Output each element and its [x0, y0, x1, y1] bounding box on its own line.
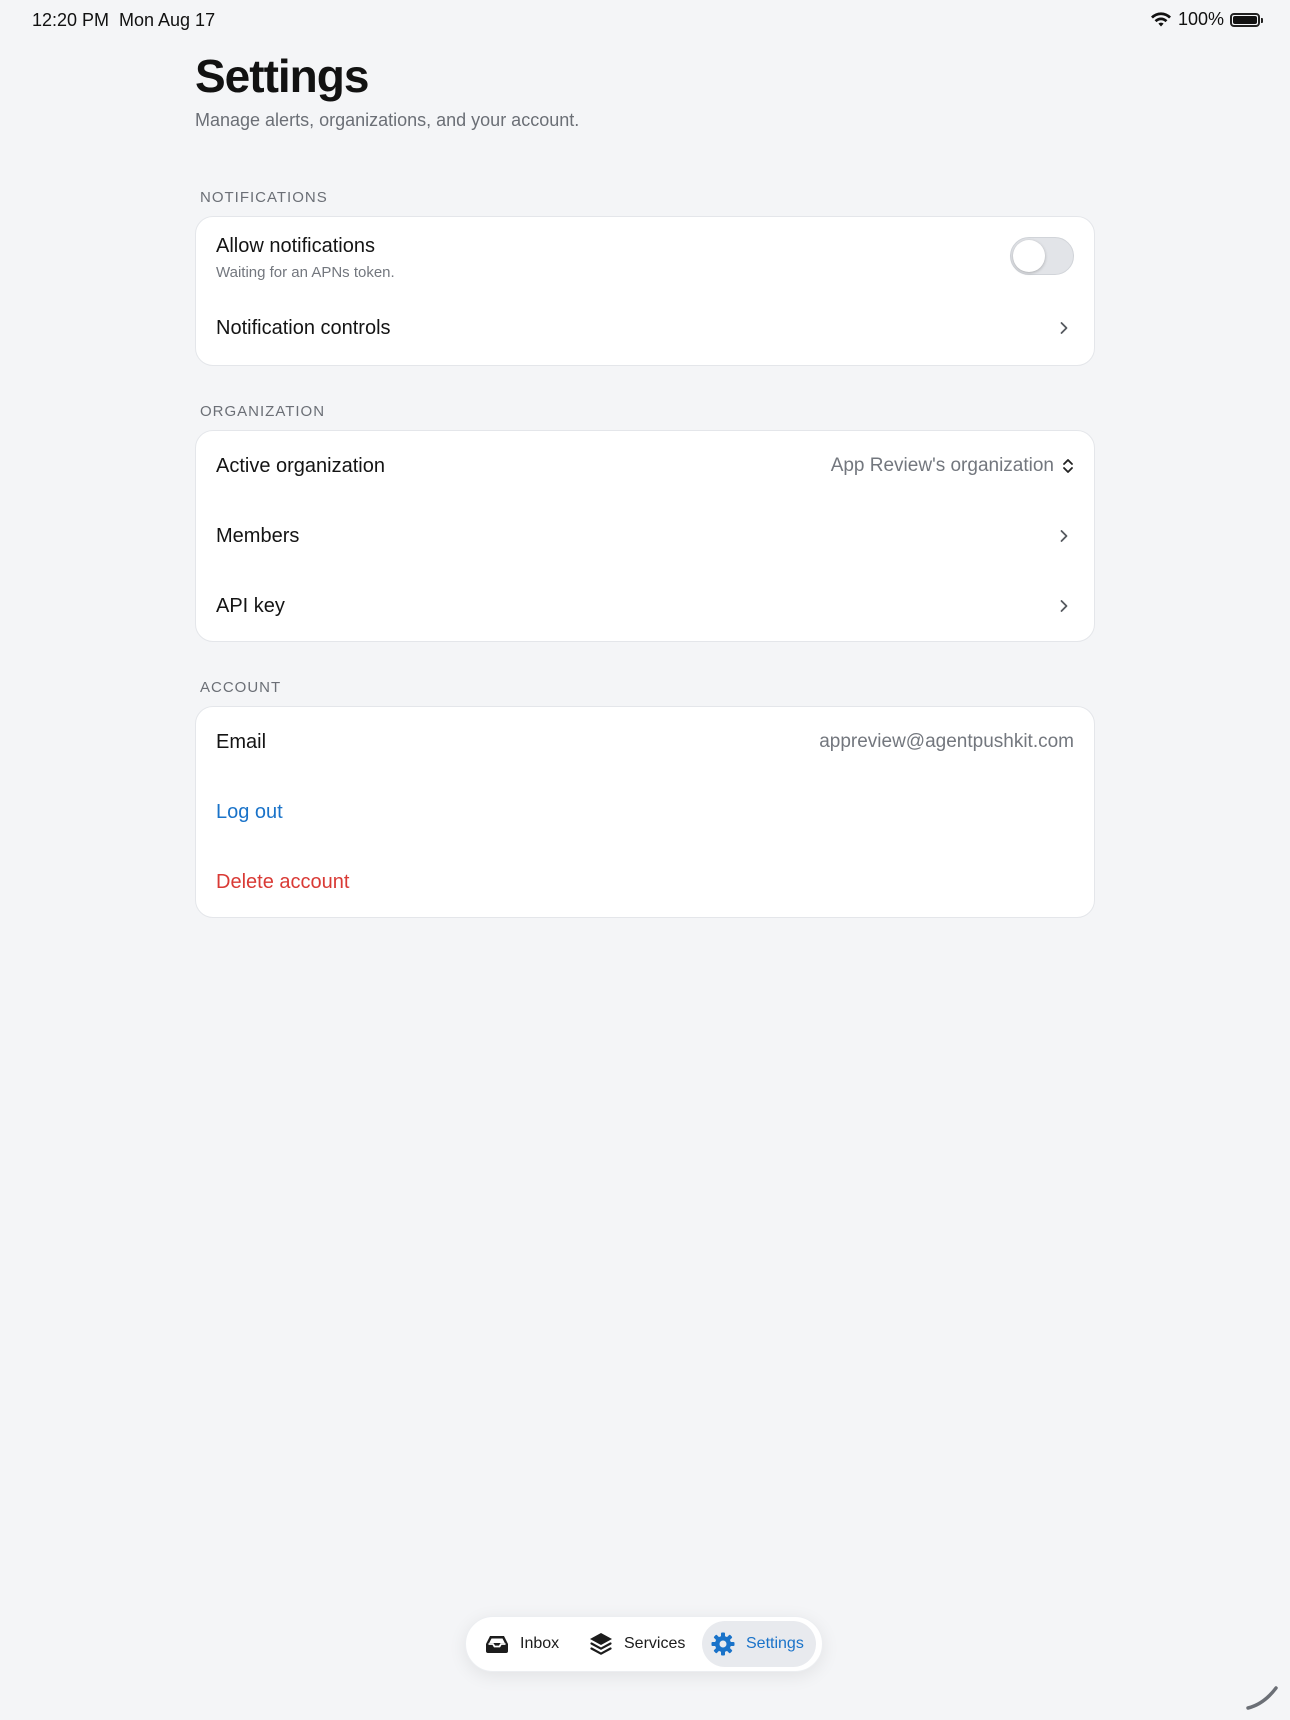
active-organization-label: Active organization	[216, 454, 385, 477]
status-time: 12:20 PM	[32, 10, 110, 30]
logout-button[interactable]: Log out	[216, 801, 283, 824]
email-label: Email	[216, 730, 267, 753]
section-header-organization: ORGANIZATION	[200, 403, 326, 420]
section-header-notifications: NOTIFICATIONS	[200, 189, 328, 206]
chevron-up-down-icon	[1063, 459, 1073, 473]
api-key-row[interactable]: API key	[196, 571, 1094, 641]
chevron-right-icon	[1060, 530, 1068, 542]
tab-settings-label: Settings	[746, 1635, 804, 1652]
status-bar: 12:20 PM Mon Aug 17 100%	[0, 0, 1290, 42]
status-indicators: 100%	[1150, 9, 1263, 30]
organization-card: Active organization App Review's organiz…	[195, 430, 1095, 642]
logout-row[interactable]: Log out	[196, 777, 1094, 847]
tab-services-label: Services	[624, 1635, 686, 1652]
members-row[interactable]: Members	[196, 501, 1094, 571]
tab-bar: Inbox Services Settings	[465, 1616, 823, 1672]
active-organization-row[interactable]: Active organization App Review's organiz…	[196, 431, 1094, 501]
account-card: Email appreview@agentpushkit.com Log out…	[195, 706, 1095, 918]
email-row: Email appreview@agentpushkit.com	[196, 707, 1094, 777]
tab-inbox[interactable]: Inbox	[480, 1621, 563, 1667]
api-key-label: API key	[216, 594, 285, 617]
page-subtitle: Manage alerts, organizations, and your a…	[195, 110, 580, 130]
allow-notifications-row: Allow notifications Waiting for an APNs …	[196, 217, 1094, 297]
tab-inbox-label: Inbox	[520, 1635, 560, 1652]
battery-icon	[1230, 12, 1263, 27]
page-title: Settings	[195, 50, 369, 102]
allow-notifications-label: Allow notifications	[216, 235, 375, 257]
allow-notifications-text: Allow notifications Waiting for an APNs …	[216, 235, 395, 281]
chevron-right-icon	[1060, 322, 1068, 334]
allow-notifications-toggle[interactable]	[1010, 237, 1074, 275]
tab-settings[interactable]: Settings	[702, 1621, 816, 1667]
inbox-tray-icon	[486, 1636, 508, 1653]
status-date: Mon Aug 17	[119, 10, 216, 30]
notification-controls-row[interactable]: Notification controls	[196, 297, 1094, 365]
active-organization-picker[interactable]: App Review's organization	[831, 455, 1074, 477]
active-organization-value: App Review's organization	[830, 455, 1054, 476]
corner-gesture-indicator	[1246, 1686, 1278, 1710]
gear-icon	[711, 1632, 735, 1656]
settings-content: Settings Manage alerts, organizations, a…	[195, 48, 1095, 918]
tab-services[interactable]: Services	[584, 1621, 689, 1667]
battery-percentage: 100%	[1177, 9, 1224, 29]
notifications-card: Allow notifications Waiting for an APNs …	[195, 216, 1095, 366]
section-header-account: ACCOUNT	[200, 679, 282, 696]
layers-icon	[590, 1633, 612, 1655]
toggle-knob	[1013, 240, 1045, 272]
chevron-right-icon	[1060, 600, 1068, 612]
allow-notifications-status: Waiting for an APNs token.	[216, 264, 395, 281]
members-label: Members	[216, 524, 300, 547]
wifi-icon	[1150, 11, 1171, 26]
email-value: appreview@agentpushkit.com	[819, 731, 1074, 752]
delete-account-button[interactable]: Delete account	[216, 871, 349, 894]
delete-account-row[interactable]: Delete account	[196, 847, 1094, 917]
notification-controls-label: Notification controls	[216, 316, 391, 339]
